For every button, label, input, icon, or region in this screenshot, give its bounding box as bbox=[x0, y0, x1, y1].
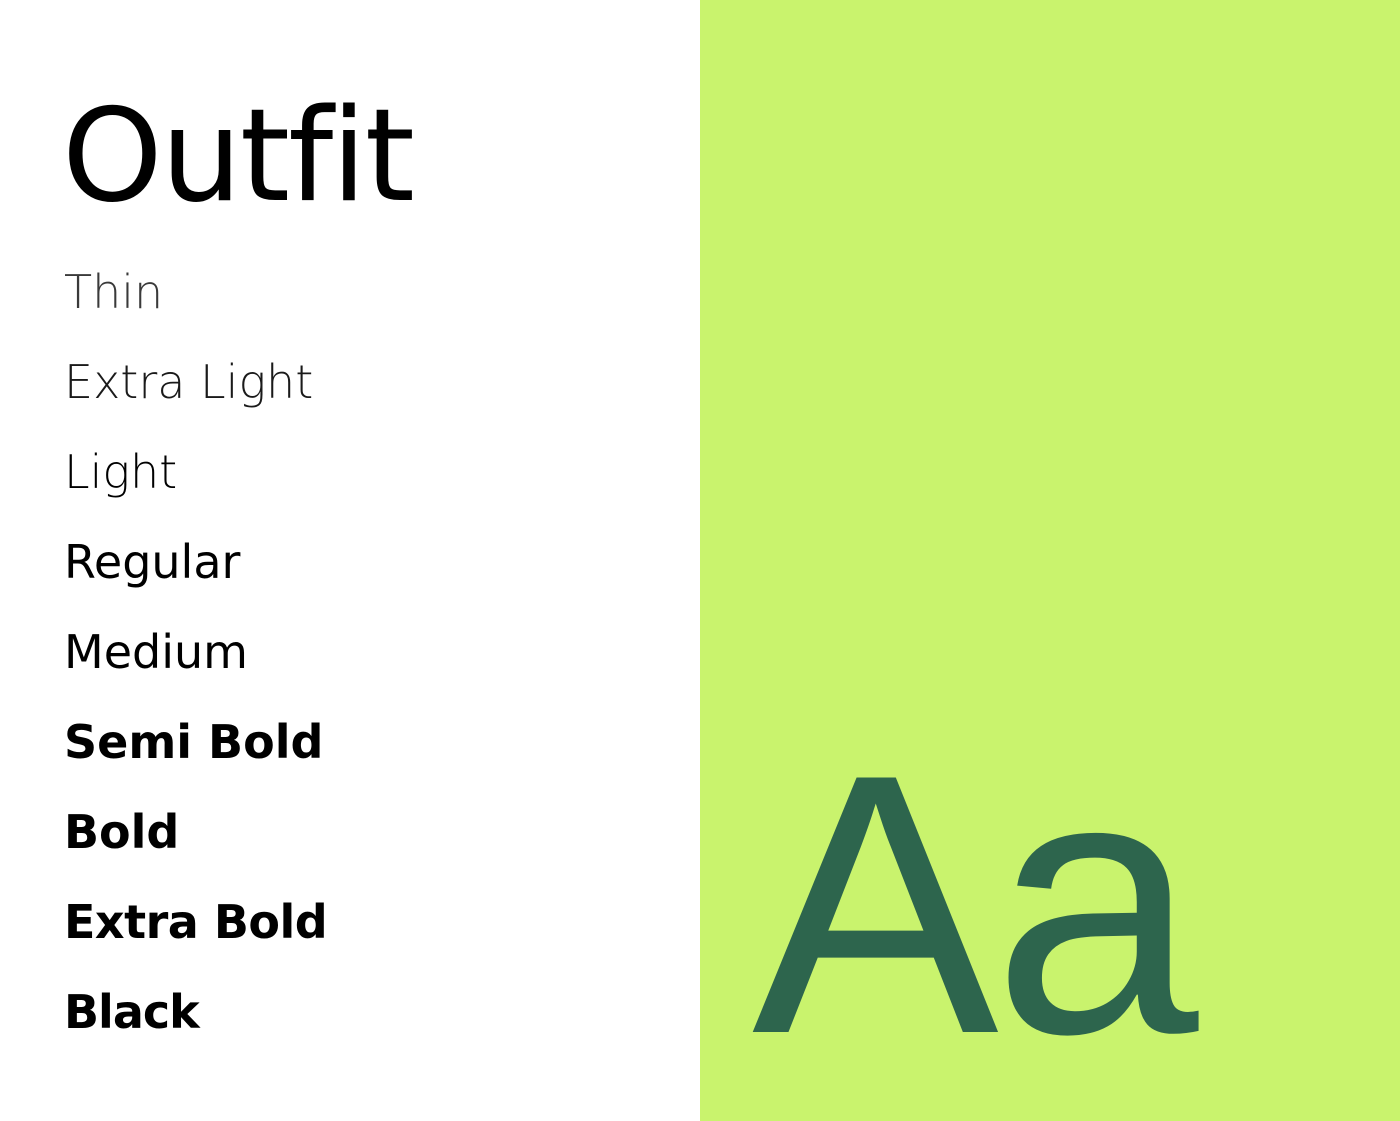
weight-extra-light: Extra Light bbox=[64, 355, 314, 409]
weight-list: Thin Extra Light Light Regular Medium Se… bbox=[64, 262, 328, 1072]
weight-black: Black bbox=[64, 985, 200, 1039]
weight-semi-bold: Semi Bold bbox=[64, 715, 324, 769]
left-panel: Outfit Thin Extra Light Light Regular Me… bbox=[0, 0, 700, 1121]
weight-extra-bold: Extra Bold bbox=[64, 895, 328, 949]
specimen-glyphs: Aa bbox=[752, 698, 1199, 1111]
weight-regular: Regular bbox=[64, 535, 241, 589]
font-title: Outfit bbox=[62, 82, 415, 231]
weight-medium: Medium bbox=[64, 625, 248, 679]
weight-thin: Thin bbox=[64, 265, 164, 319]
specimen-panel: Aa bbox=[700, 0, 1400, 1121]
weight-light: Light bbox=[64, 445, 178, 499]
weight-bold: Bold bbox=[64, 805, 180, 859]
